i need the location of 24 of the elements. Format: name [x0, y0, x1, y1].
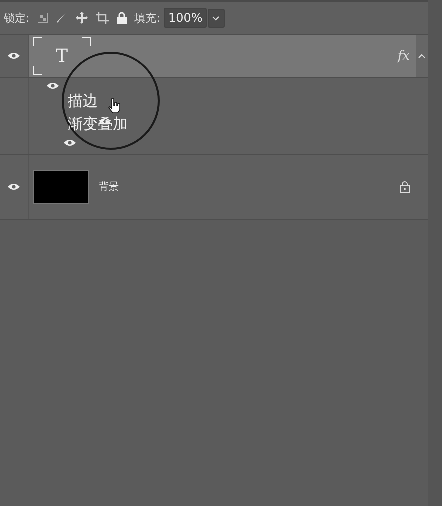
hand-cursor-icon	[108, 98, 122, 114]
layer-thumbnail	[33, 170, 89, 204]
effect-name: 渐变叠加	[68, 115, 128, 133]
eye-icon[interactable]	[8, 183, 20, 191]
dropdown-button[interactable]	[208, 8, 225, 28]
eye-icon[interactable]	[64, 139, 76, 147]
lock-icon[interactable]	[116, 12, 127, 24]
fill-label: 填充:	[134, 10, 160, 26]
layer-name: 背景	[99, 180, 119, 194]
lock-label: 锁定:	[4, 10, 30, 26]
move-icon[interactable]	[76, 12, 88, 24]
crop-icon[interactable]	[96, 12, 109, 24]
chevron-up-icon[interactable]	[418, 54, 426, 58]
eye-icon[interactable]	[47, 82, 59, 90]
fill-field[interactable]: 100%	[164, 8, 207, 28]
chevron-down-icon[interactable]	[212, 16, 220, 20]
layer-row[interactable]: 背景	[0, 155, 428, 220]
eye-icon[interactable]	[8, 52, 20, 60]
checkerboard-icon[interactable]	[38, 13, 48, 23]
layer-row[interactable]: T fx	[0, 35, 428, 78]
effect-name: 描边	[68, 92, 98, 110]
fx-label[interactable]: fx	[398, 48, 410, 64]
text-layer-thumbnail: T	[56, 46, 68, 66]
brush-icon[interactable]	[56, 12, 68, 24]
